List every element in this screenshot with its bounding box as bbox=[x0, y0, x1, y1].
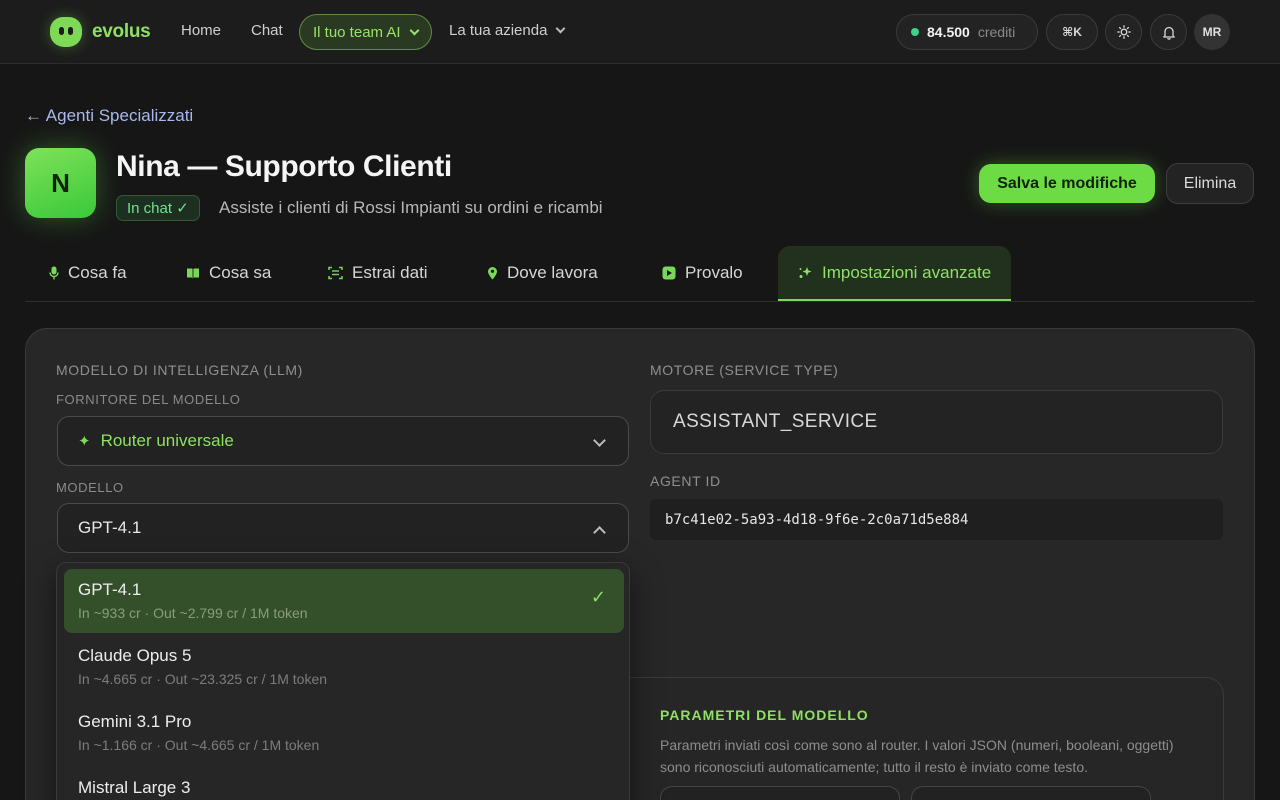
status-dot-icon bbox=[911, 28, 919, 36]
model-option-claude-opus-5[interactable]: Claude Opus 5 In ~4.665 cr · Out ~23.325… bbox=[64, 635, 624, 699]
model-option-price: In ~1.166 cr · Out ~4.665 cr / 1M token bbox=[78, 737, 320, 753]
command-palette-button[interactable]: ⌘K bbox=[1046, 14, 1098, 50]
engine-section-title: MOTORE (SERVICE TYPE) bbox=[650, 362, 839, 378]
chevron-down-icon bbox=[593, 434, 606, 447]
mic-icon bbox=[49, 266, 59, 280]
model-option-price: In ~933 cr · Out ~2.799 cr / 1M token bbox=[78, 605, 308, 621]
param-value-input[interactable] bbox=[911, 786, 1151, 800]
model-option-name: Mistral Large 3 bbox=[78, 778, 191, 797]
pin-icon bbox=[488, 267, 497, 280]
model-option-gemini-3-1-pro[interactable]: Gemini 3.1 Pro In ~1.166 cr · Out ~4.665… bbox=[64, 701, 624, 765]
back-link[interactable]: ← Agenti Specializzati bbox=[25, 106, 193, 126]
agent-avatar: N bbox=[25, 148, 96, 218]
model-option-price: In ~4.665 cr · Out ~23.325 cr / 1M token bbox=[78, 671, 328, 687]
agent-description: Assiste i clienti di Rossi Impianti su o… bbox=[219, 198, 603, 217]
tab-bar: Cosa fa Cosa sa Estrai dati Dove lavora … bbox=[25, 246, 1255, 302]
nav-company-menu[interactable]: La tua azienda bbox=[449, 22, 566, 39]
provider-value: Router universale bbox=[100, 431, 234, 450]
model-option-mistral-large-3[interactable]: Mistral Large 3 bbox=[64, 767, 624, 800]
credits-value: 84.500 bbox=[927, 24, 970, 40]
delete-button[interactable]: Elimina bbox=[1166, 163, 1254, 204]
theme-toggle-button[interactable] bbox=[1105, 14, 1142, 50]
param-key-input[interactable] bbox=[660, 786, 900, 800]
chevron-down-icon bbox=[409, 25, 419, 35]
provider-select[interactable]: ✦ Router universale bbox=[57, 416, 629, 466]
params-title: PARAMETRI DEL MODELLO bbox=[660, 707, 869, 723]
page-title: Nina — Supporto Clienti bbox=[116, 150, 452, 183]
agent-id-value: b7c41e02-5a93-4d18-9f6e-2c0a71d5e884 bbox=[665, 511, 969, 528]
brand-name: evolus bbox=[92, 21, 151, 42]
brand[interactable]: evolus bbox=[50, 17, 151, 47]
credits-badge[interactable]: 84.500 crediti bbox=[896, 14, 1038, 50]
credits-unit: crediti bbox=[977, 24, 1016, 40]
model-select[interactable]: GPT-4.1 bbox=[57, 503, 629, 553]
nav-team-ai-label: Il tuo team AI bbox=[313, 23, 401, 41]
service-type-field: ASSISTANT_SERVICE bbox=[650, 390, 1223, 454]
shortcut-label: ⌘K bbox=[1062, 25, 1082, 39]
model-option-name: Claude Opus 5 bbox=[78, 646, 192, 665]
tab-cosa-fa[interactable]: Cosa fa bbox=[49, 246, 127, 300]
model-option-name: Gemini 3.1 Pro bbox=[78, 712, 192, 731]
llm-section-title: MODELLO DI INTELLIGENZA (LLM) bbox=[56, 362, 303, 378]
model-option-gpt-4-1[interactable]: GPT-4.1 In ~933 cr · Out ~2.799 cr / 1M … bbox=[64, 569, 624, 633]
provider-label: FORNITORE DEL MODELLO bbox=[56, 392, 241, 407]
tab-label: Dove lavora bbox=[507, 263, 598, 282]
top-navbar: evolus Home Chat Il tuo team AI La tua a… bbox=[0, 0, 1280, 64]
params-description: Parametri inviati così come sono al rout… bbox=[660, 737, 1174, 775]
chevron-up-icon bbox=[593, 526, 606, 539]
tab-label: Provalo bbox=[685, 263, 743, 282]
agent-id-label: AGENT ID bbox=[650, 473, 721, 489]
tab-label: Cosa sa bbox=[209, 263, 272, 282]
agent-id-field[interactable]: b7c41e02-5a93-4d18-9f6e-2c0a71d5e884 bbox=[650, 499, 1223, 540]
sparkle-icon bbox=[799, 266, 812, 278]
tab-label: Impostazioni avanzate bbox=[822, 262, 992, 282]
agent-initial: N bbox=[51, 167, 70, 198]
save-button[interactable]: Salva le modifiche bbox=[979, 164, 1155, 203]
tab-estrai-dati[interactable]: Estrai dati bbox=[328, 246, 428, 300]
tab-label: Estrai dati bbox=[352, 263, 428, 282]
chevron-down-icon bbox=[555, 23, 566, 34]
service-type-value: ASSISTANT_SERVICE bbox=[673, 411, 878, 432]
tab-impostazioni-avanzate[interactable]: Impostazioni avanzate bbox=[778, 246, 1012, 301]
bell-icon bbox=[1162, 26, 1175, 40]
model-value: GPT-4.1 bbox=[78, 518, 142, 537]
model-dropdown: GPT-4.1 In ~933 cr · Out ~2.799 cr / 1M … bbox=[56, 562, 630, 800]
play-icon bbox=[662, 266, 676, 280]
model-option-name: GPT-4.1 bbox=[78, 580, 142, 599]
nav-team-ai-button[interactable]: Il tuo team AI bbox=[299, 14, 432, 50]
nav-company-label: La tua azienda bbox=[449, 22, 548, 39]
tab-label: Cosa fa bbox=[68, 263, 127, 282]
tab-cosa-sa[interactable]: Cosa sa bbox=[186, 246, 271, 300]
nav-link-chat[interactable]: Chat bbox=[251, 22, 283, 39]
nav-link-home[interactable]: Home bbox=[181, 22, 221, 39]
avatar[interactable]: MR bbox=[1194, 14, 1230, 50]
model-label: MODELLO bbox=[56, 480, 124, 495]
evolus-logo-icon bbox=[50, 17, 82, 47]
sparkle-icon: ✦ bbox=[78, 433, 91, 450]
book-icon bbox=[187, 268, 199, 279]
tab-dove-lavora[interactable]: Dove lavora bbox=[487, 246, 598, 300]
scan-icon bbox=[328, 266, 343, 280]
notifications-button[interactable] bbox=[1150, 14, 1187, 50]
sun-icon bbox=[1116, 25, 1131, 39]
status-badge: In chat ✓ bbox=[116, 195, 200, 221]
check-icon: ✓ bbox=[590, 587, 606, 607]
tab-provalo[interactable]: Provalo bbox=[662, 246, 743, 300]
avatar-initials: MR bbox=[1202, 25, 1222, 39]
